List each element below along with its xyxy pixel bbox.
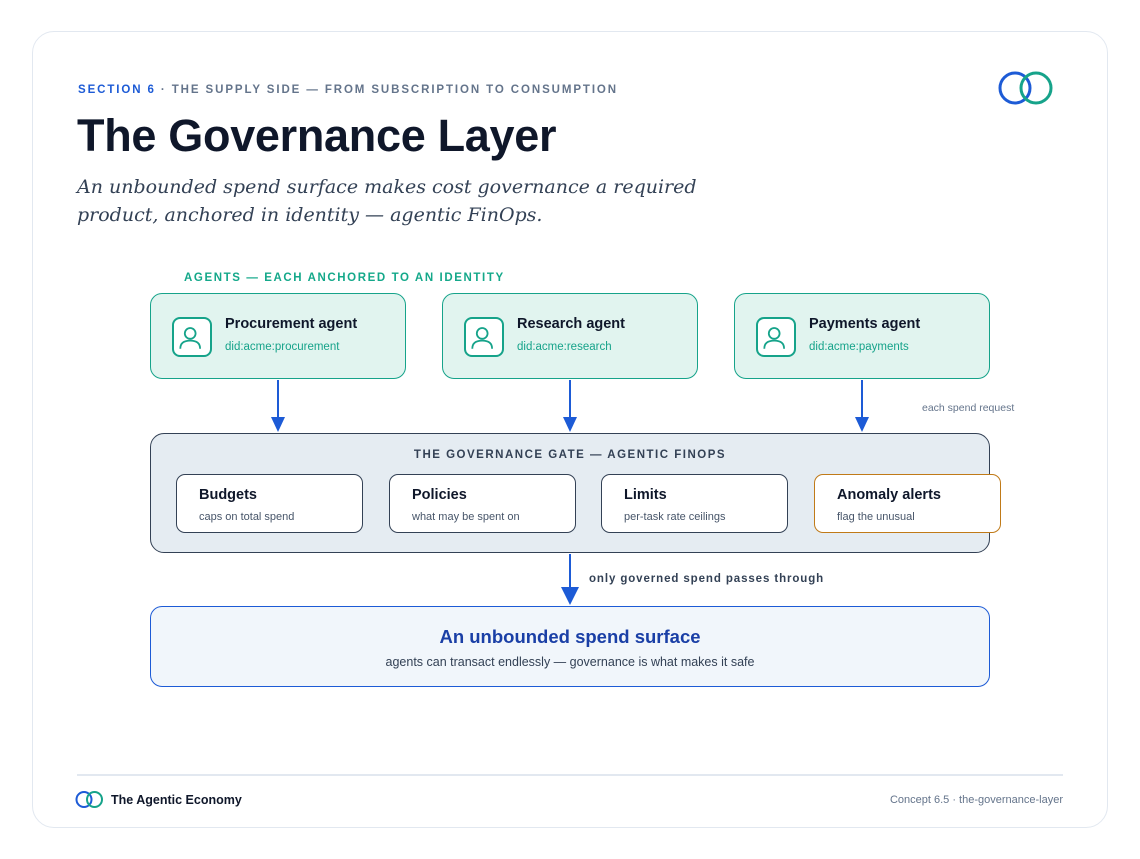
agent-did: did:acme:research xyxy=(517,341,612,353)
user-icon xyxy=(172,317,212,357)
footer-concept-id: Concept 6.5 · the-governance-layer xyxy=(889,794,1063,806)
linked-rings-logo-icon xyxy=(998,71,1053,105)
agent-did: did:acme:procurement xyxy=(225,341,340,353)
agent-name: Research agent xyxy=(517,316,625,332)
agent-card-payments: Payments agent did:acme:payments xyxy=(734,293,990,379)
spend-surface: An unbounded spend surface agents can tr… xyxy=(150,606,990,687)
agent-card-procurement: Procurement agent did:acme:procurement xyxy=(150,293,406,379)
agent-name: Procurement agent xyxy=(225,316,358,332)
control-desc: per-task rate ceilings xyxy=(624,511,726,523)
user-icon xyxy=(464,317,504,357)
control-name: Limits xyxy=(624,487,667,503)
agent-name: Payments agent xyxy=(809,316,921,332)
control-budgets: Budgets caps on total spend xyxy=(176,474,363,533)
linked-rings-logo-icon xyxy=(75,791,103,808)
control-desc: flag the unusual xyxy=(837,511,915,523)
governance-gate: THE GOVERNANCE GATE — AGENTIC FINOPS Bud… xyxy=(150,433,1001,553)
control-name: Policies xyxy=(412,487,467,503)
control-desc: what may be spent on xyxy=(412,511,520,523)
page-subtitle: An unbounded spend surface makes cost go… xyxy=(77,176,697,226)
spend-request-note: each spend request xyxy=(922,402,1015,414)
footer-brand: The Agentic Economy xyxy=(111,793,242,807)
gate-title: THE GOVERNANCE GATE — AGENTIC FINOPS xyxy=(413,449,727,461)
control-limits: Limits per-task rate ceilings xyxy=(601,474,788,533)
agent-card-research: Research agent did:acme:research xyxy=(442,293,698,379)
control-policies: Policies what may be spent on xyxy=(389,474,576,533)
pass-through-note: only governed spend passes through xyxy=(589,573,825,585)
agent-did: did:acme:payments xyxy=(809,341,909,353)
agents-caption: AGENTS — EACH ANCHORED TO AN IDENTITY xyxy=(184,272,505,284)
surface-title: An unbounded spend surface xyxy=(439,626,701,647)
control-desc: caps on total spend xyxy=(199,511,295,523)
control-anomaly-alerts: Anomaly alerts flag the unusual xyxy=(814,474,1001,533)
control-name: Budgets xyxy=(199,487,257,503)
section-label: SECTION 6 xyxy=(78,84,156,96)
control-name: Anomaly alerts xyxy=(837,487,941,503)
section-context: · THE SUPPLY SIDE — FROM SUBSCRIPTION TO… xyxy=(160,84,618,96)
footer-divider xyxy=(77,774,1063,776)
surface-subtitle: agents can transact endlessly — governan… xyxy=(385,655,755,669)
user-icon xyxy=(756,317,796,357)
section-eyebrow: SECTION 6 · THE SUPPLY SIDE — FROM SUBSC… xyxy=(78,84,618,96)
page-title: The Governance Layer xyxy=(77,110,557,161)
